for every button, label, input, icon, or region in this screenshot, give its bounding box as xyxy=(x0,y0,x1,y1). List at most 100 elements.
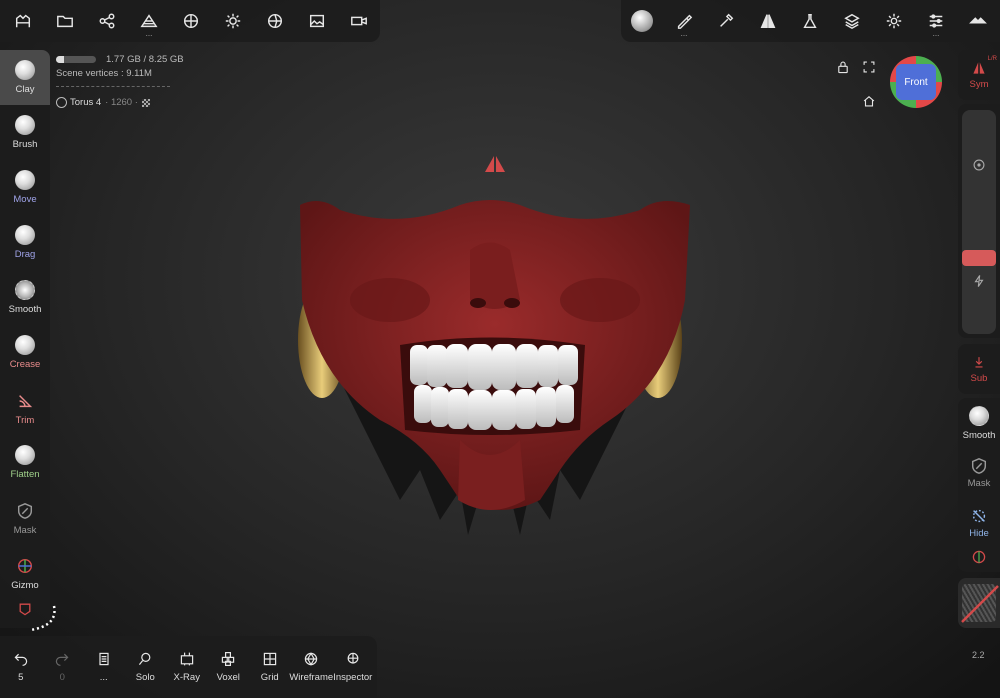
tool-clay[interactable]: Clay xyxy=(0,50,50,105)
symmetry-icon[interactable] xyxy=(747,0,789,42)
object-info[interactable]: Torus 4 · 1260 · xyxy=(56,97,150,108)
tool-mask[interactable]: Mask xyxy=(0,490,50,545)
tool-smooth[interactable]: Smooth xyxy=(0,270,50,325)
left-toolbar: Clay Brush Move Drag Smooth Crease Trim … xyxy=(0,50,50,628)
object-name: Torus 4 xyxy=(70,97,102,108)
quick-smooth-icon xyxy=(969,405,989,426)
grid-label: Grid xyxy=(260,672,279,683)
topology-icon[interactable]: ... xyxy=(128,0,170,42)
settings-icon[interactable] xyxy=(873,0,915,42)
material-ball-icon[interactable] xyxy=(621,0,663,42)
solo-label: Solo xyxy=(135,672,155,683)
voxel-label: Voxel xyxy=(216,672,240,683)
picker-icon[interactable] xyxy=(705,0,747,42)
voxel-button[interactable]: Voxel xyxy=(208,636,250,698)
top-left-toolbar: ... xyxy=(0,0,380,42)
checker-icon xyxy=(141,98,150,107)
history-label: ... xyxy=(99,672,108,683)
menu-toggle-icon[interactable] xyxy=(957,0,999,42)
history-icon xyxy=(99,652,109,666)
tool-move[interactable]: Move xyxy=(0,160,50,215)
intensity-thumb[interactable] xyxy=(962,250,996,266)
fullscreen-icon[interactable] xyxy=(860,58,878,76)
radius-slider-track[interactable] xyxy=(962,110,996,334)
hide-icon xyxy=(972,509,986,523)
tool-label: Brush xyxy=(12,139,38,150)
flask-icon[interactable] xyxy=(789,0,831,42)
tool-label: Mask xyxy=(13,524,37,536)
folder-icon[interactable] xyxy=(44,0,86,42)
bottom-toolbar: 5 0 ... Solo X-Ray Voxel Grid Wireframe … xyxy=(0,636,377,698)
quick-smooth-label: Smooth xyxy=(962,429,996,441)
sub-button[interactable]: Sub xyxy=(958,344,1000,394)
memory-text: 1.77 GB / 8.25 GB xyxy=(106,54,184,65)
flatten-icon xyxy=(15,445,35,465)
camera-icon[interactable] xyxy=(338,0,380,42)
scene-icon[interactable] xyxy=(2,0,44,42)
lightning-icon xyxy=(970,272,988,290)
tool-drag[interactable]: Drag xyxy=(0,215,50,270)
quick-gizmo[interactable] xyxy=(958,548,1000,566)
torus-icon xyxy=(56,97,67,108)
upper-teeth xyxy=(410,344,578,390)
grid-icon xyxy=(263,652,276,666)
xray-icon xyxy=(180,652,193,666)
quick-mask[interactable]: Mask xyxy=(958,448,1000,498)
tool-gizmo[interactable]: Gizmo xyxy=(0,545,50,600)
tool-brush[interactable]: Brush xyxy=(0,105,50,160)
undo-count: 5 xyxy=(18,672,24,683)
quick-tools-panel: Smooth Mask Hide xyxy=(958,398,1000,572)
sliders-icon[interactable]: ... xyxy=(915,0,957,42)
sym-toggle[interactable]: L/R Sym xyxy=(958,50,1000,100)
xray-button[interactable]: X-Ray xyxy=(166,636,208,698)
home-icon[interactable] xyxy=(860,92,878,110)
undo-button[interactable]: 5 xyxy=(0,636,42,698)
memory-status: 1.77 GB / 8.25 GB xyxy=(56,54,184,65)
sub-icon xyxy=(975,356,983,367)
alpha-preview[interactable] xyxy=(958,578,1000,628)
quick-hide-label: Hide xyxy=(969,528,989,539)
render-icon[interactable] xyxy=(254,0,296,42)
quick-smooth[interactable]: Smooth xyxy=(958,398,1000,448)
symmetry-marker-icon[interactable] xyxy=(485,156,505,172)
xray-label: X-Ray xyxy=(173,672,200,683)
toolbar-scroll-handle[interactable] xyxy=(24,600,60,636)
tool-trim[interactable]: Trim xyxy=(0,380,50,435)
smooth-icon xyxy=(15,280,35,300)
solo-button[interactable]: Solo xyxy=(125,636,167,698)
memory-bar xyxy=(56,56,96,63)
vertices-label: Scene vertices : xyxy=(56,68,124,79)
lock-icon[interactable] xyxy=(834,58,852,76)
grid-button[interactable]: Grid xyxy=(249,636,291,698)
redo-count: 0 xyxy=(59,672,65,683)
quick-mask-icon xyxy=(971,458,987,474)
background-image-icon[interactable] xyxy=(296,0,338,42)
vertices-status: Scene vertices : 9.11M xyxy=(56,68,152,79)
inspector-label: Inspector xyxy=(333,672,373,683)
sculpt-viewport[interactable] xyxy=(0,0,1000,698)
quick-mask-label: Mask xyxy=(967,478,991,489)
layers-icon[interactable] xyxy=(831,0,873,42)
tool-flatten[interactable]: Flatten xyxy=(0,435,50,490)
tool-label: Smooth xyxy=(8,304,42,315)
history-button[interactable]: ... xyxy=(83,636,125,698)
brush-ball-icon xyxy=(15,115,35,135)
sym-icon xyxy=(973,62,985,74)
view-cube[interactable]: Front xyxy=(890,56,942,108)
quick-gizmo-icon xyxy=(972,550,986,564)
inspector-button[interactable]: Inspector xyxy=(332,636,374,698)
quick-hide[interactable]: Hide xyxy=(958,498,1000,548)
wireframe-button[interactable]: Wireframe xyxy=(289,636,333,698)
brush-icon[interactable]: ... xyxy=(663,0,705,42)
tool-label: Crease xyxy=(9,359,41,370)
crease-icon xyxy=(15,335,35,355)
material-icon[interactable] xyxy=(170,0,212,42)
redo-button[interactable]: 0 xyxy=(42,636,84,698)
tool-label: Move xyxy=(13,194,37,205)
tool-label: Gizmo xyxy=(11,579,39,591)
share-icon[interactable] xyxy=(86,0,128,42)
tool-label: Drag xyxy=(14,249,36,260)
object-detail: · 1260 · xyxy=(105,97,138,108)
tool-crease[interactable]: Crease xyxy=(0,325,50,380)
light-icon[interactable] xyxy=(212,0,254,42)
